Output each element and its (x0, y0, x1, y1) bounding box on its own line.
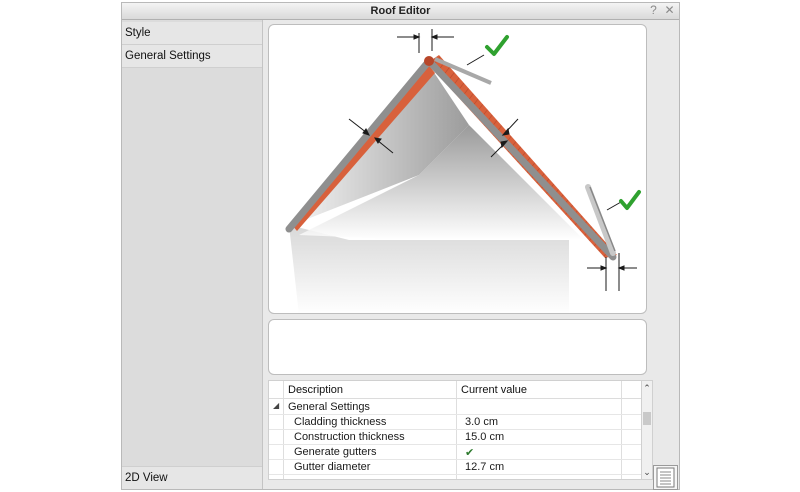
table-row[interactable]: Construction thickness 15.0 cm (269, 430, 641, 445)
sidebar-item-style[interactable]: Style (122, 22, 262, 45)
scroll-thumb[interactable] (643, 412, 651, 425)
row-value[interactable]: 15.0 cm (465, 431, 504, 443)
description-box (268, 319, 647, 375)
properties-grid: Description Current value ◢ General Sett… (268, 380, 642, 480)
group-row-general-settings[interactable]: ◢ General Settings (269, 400, 641, 415)
grid-scrollbar[interactable]: ⌃ ⌄ (642, 380, 653, 480)
sidebar-item-label: 2D View (125, 472, 168, 484)
column-header-current-value[interactable]: Current value (461, 384, 527, 396)
row-description: Gutter diameter (294, 461, 371, 473)
generate-gutters-checkbox[interactable]: ✔ (465, 446, 474, 459)
row-value[interactable]: 3.0 cm (465, 416, 498, 428)
title-bar: Roof Editor ? ✕ (122, 3, 679, 20)
sidebar-item-2d-view[interactable]: 2D View (122, 466, 262, 489)
list-panel-glyph (656, 467, 675, 488)
grid-header: Description Current value (269, 381, 641, 399)
row-description: Construction thickness (294, 431, 405, 443)
close-icon[interactable]: ✕ (663, 4, 676, 17)
roof-preview (268, 24, 647, 314)
roof-editor-window: Roof Editor ? ✕ Style General Settings 2… (121, 2, 680, 490)
scroll-down-icon[interactable]: ⌄ (642, 466, 652, 478)
sidebar-item-label: Style (125, 27, 151, 39)
group-label: General Settings (288, 401, 370, 413)
sidebar-item-label: General Settings (125, 50, 211, 62)
roof-structure (285, 55, 617, 313)
gable-roof-illustration (285, 29, 641, 313)
expand-triangle-icon[interactable]: ◢ (273, 401, 279, 410)
scroll-up-icon[interactable]: ⌃ (642, 382, 652, 394)
row-description: Generate gutters (294, 446, 377, 458)
main-panel: Description Current value ◢ General Sett… (263, 20, 679, 489)
sidebar: Style General Settings 2D View (122, 20, 263, 489)
help-icon[interactable]: ? (647, 4, 660, 17)
table-row[interactable]: Cladding thickness 3.0 cm (269, 415, 641, 430)
window-title: Roof Editor (370, 5, 431, 17)
row-value[interactable]: 12.7 cm (465, 461, 504, 473)
table-row[interactable]: Gutter diameter 12.7 cm (269, 460, 641, 475)
column-header-description[interactable]: Description (288, 384, 343, 396)
row-description: Cladding thickness (294, 416, 387, 428)
sidebar-item-general-settings[interactable]: General Settings (122, 45, 262, 68)
list-panel-icon[interactable] (653, 465, 678, 490)
table-row[interactable]: Generate gutters ✔ (269, 445, 641, 460)
